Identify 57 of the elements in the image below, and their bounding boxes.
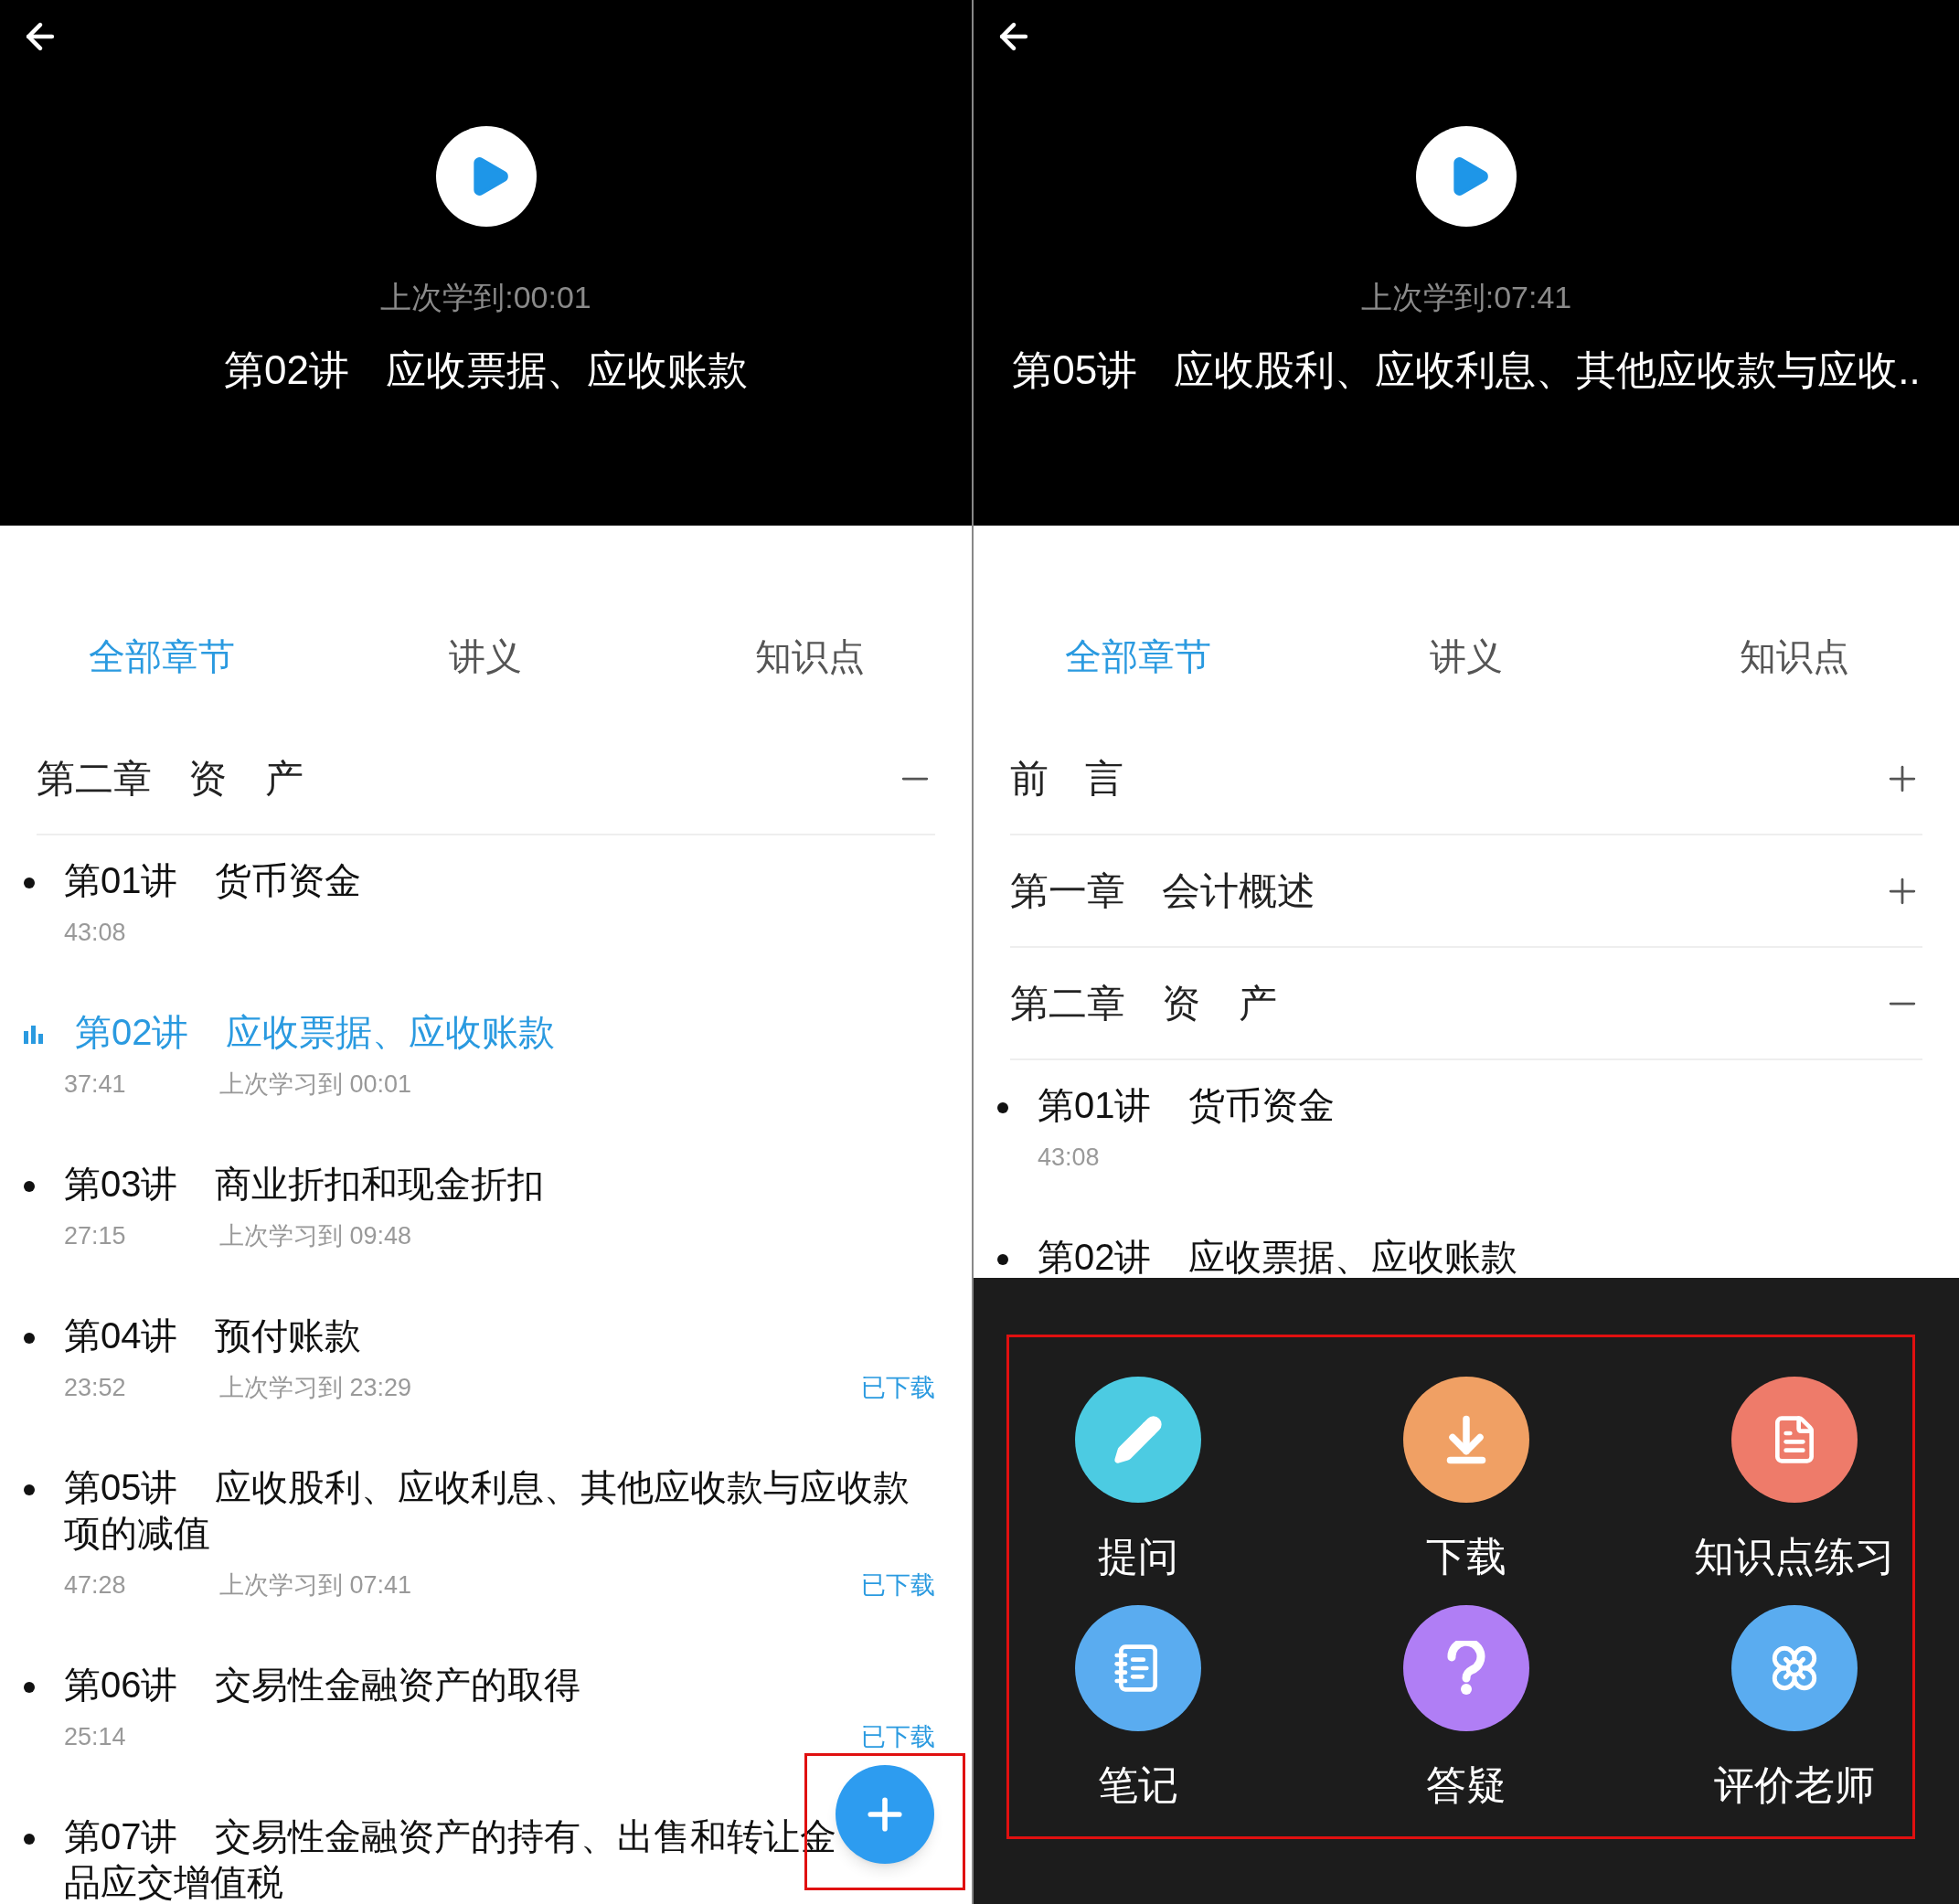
action-label: 提问 (1097, 1534, 1178, 1580)
playing-bars-icon (24, 1026, 44, 1044)
chapter-title: 资 产 (1162, 981, 1277, 1026)
bullet-icon (24, 1484, 35, 1495)
action-label: 评价老师 (1714, 1762, 1876, 1808)
lesson-title[interactable]: 第01讲 货币资金 (64, 857, 935, 903)
lesson-title[interactable]: 第03讲 商业折扣和现金折扣 (64, 1161, 935, 1207)
chapter-title: 资 产 (188, 756, 303, 802)
bullet-icon (24, 1181, 35, 1192)
study-progress: 上次学习到 23:29 (219, 1373, 412, 1403)
lesson-number: 第05讲 (1012, 346, 1138, 394)
lesson-title[interactable]: 第04讲 预付账款 (64, 1313, 935, 1358)
downloaded-label: 已下载 (861, 1722, 935, 1752)
chapter-number: 前 (1010, 756, 1049, 802)
bullet-icon (24, 1333, 35, 1344)
chapter-title: 言 (1085, 756, 1123, 802)
action-label: 答疑 (1426, 1762, 1507, 1808)
tab[interactable]: 讲义 (324, 631, 648, 682)
downloaded-label: 已下载 (861, 1570, 935, 1601)
bullet-icon (24, 1834, 35, 1845)
tab[interactable]: 知识点 (647, 631, 972, 682)
tab[interactable]: 讲义 (1302, 631, 1631, 682)
lesson-title: 应收票据、应收账款 (385, 346, 748, 394)
chapter-number: 第二章 (37, 756, 152, 802)
chapter-number: 第二章 (1010, 981, 1125, 1026)
lesson-title[interactable]: 第01讲 货币资金 (1038, 1082, 1922, 1128)
duration: 43:08 (1038, 1143, 1101, 1173)
bullet-icon (24, 1682, 35, 1693)
lesson-title: 应收股利、应收利息、其他应收款与应收.. (1174, 346, 1921, 394)
chapter-number: 第一章 (1010, 868, 1125, 914)
study-progress: 上次学习到 09:48 (219, 1221, 412, 1251)
action-label: 下载 (1426, 1534, 1507, 1580)
action-label: 知识点练习 (1694, 1534, 1896, 1580)
lesson-number: 第02讲 (224, 346, 349, 394)
tab[interactable]: 知识点 (1630, 631, 1959, 682)
duration: 25:14 (64, 1722, 127, 1752)
duration: 23:52 (64, 1373, 127, 1403)
lesson-title[interactable]: 第06讲 交易性金融资产的取得 (64, 1662, 935, 1707)
duration: 37:41 (64, 1069, 127, 1100)
last-position: 上次学到:00:01 (380, 279, 591, 316)
study-progress: 上次学习到 07:41 (219, 1570, 412, 1601)
duration: 43:08 (64, 918, 127, 948)
lesson-title[interactable]: 第02讲 应收票据、应收账款 (1038, 1234, 1922, 1280)
bullet-icon (997, 1254, 1008, 1265)
last-position: 上次学到:07:41 (1360, 279, 1572, 316)
bullet-icon (997, 1102, 1008, 1113)
chapter-title: 会计概述 (1162, 868, 1315, 914)
lesson-title-continuation: 品应交增值税 (64, 1861, 284, 1904)
bullet-icon (24, 878, 35, 888)
pencil-icon (1112, 1414, 1164, 1465)
study-progress: 上次学习到 00:01 (219, 1069, 412, 1100)
duration: 27:15 (64, 1221, 127, 1251)
downloaded-label: 已下载 (861, 1373, 935, 1403)
action-label: 笔记 (1097, 1762, 1178, 1808)
lesson-title[interactable]: 第05讲 应收股利、应收利息、其他应收款与应收款项的减值 (64, 1464, 935, 1556)
duration: 47:28 (64, 1570, 127, 1601)
question-mark-icon (1446, 1641, 1486, 1696)
